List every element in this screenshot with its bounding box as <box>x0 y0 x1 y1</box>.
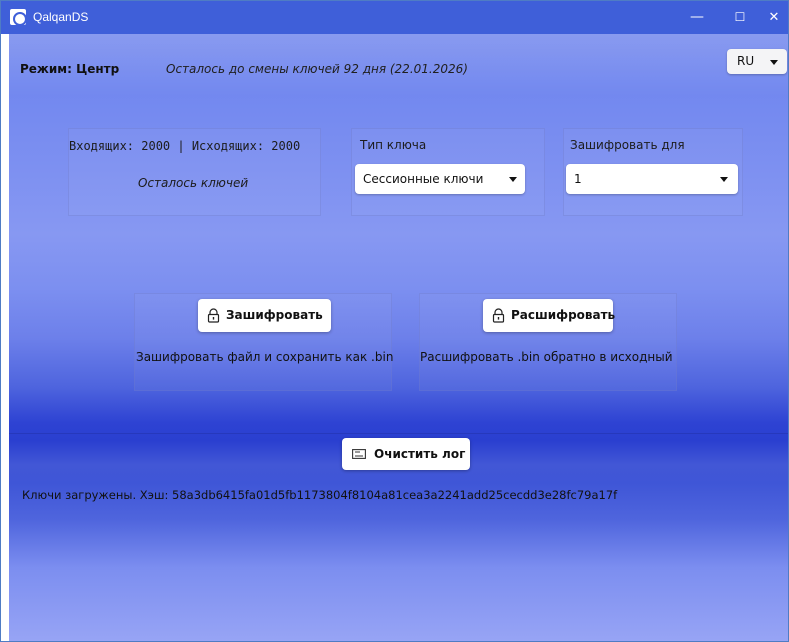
encrypt-description: Зашифровать файл и сохранить как .bin <box>136 350 394 364</box>
maximize-button[interactable]: ☐ <box>717 1 763 34</box>
keys-remaining-caption: Осталось ключей <box>138 176 249 190</box>
log-message: Ключи загружены. Хэш: 58a3db6415fa01d5fb… <box>22 488 618 502</box>
main-content: Режим: Центр Осталось до смены ключей 92… <box>9 34 788 641</box>
encrypt-button[interactable]: Зашифровать <box>198 299 331 332</box>
key-type-label: Тип ключа <box>360 138 427 152</box>
lock-icon <box>492 308 505 323</box>
encrypt-for-select[interactable]: 1 <box>566 164 738 194</box>
chevron-down-icon <box>720 177 728 182</box>
language-selected-value: RU <box>737 54 755 68</box>
key-type-select[interactable]: Сессионные ключи <box>355 164 525 194</box>
close-button[interactable]: ✕ <box>759 1 789 34</box>
encrypt-for-label: Зашифровать для <box>570 138 685 152</box>
key-type-selected-value: Сессионные ключи <box>363 172 484 186</box>
decrypt-button[interactable]: Расшифровать <box>483 299 616 332</box>
log-separator <box>9 433 788 434</box>
lock-icon <box>207 308 220 323</box>
encrypt-for-selected-value: 1 <box>574 172 582 186</box>
eraser-icon <box>352 449 366 459</box>
mode-label: Режим: Центр <box>20 62 120 76</box>
decrypt-button-label: Расшифровать <box>511 308 616 322</box>
key-counts: Входящих: 2000 | Исходящих: 2000 <box>69 139 301 153</box>
language-select[interactable]: RU <box>727 49 787 74</box>
chevron-down-icon <box>770 60 778 65</box>
encrypt-button-label: Зашифровать <box>226 308 323 322</box>
minimize-button[interactable]: — <box>674 1 720 34</box>
chevron-down-icon <box>509 177 517 182</box>
app-window: QalqanDS — ☐ ✕ Режим: Центр Осталось до … <box>0 0 789 642</box>
decrypt-description: Расшифровать .bin обратно в исходный <box>420 350 673 364</box>
clear-log-button-label: Очистить лог <box>374 447 466 461</box>
app-logo-icon <box>10 9 27 26</box>
title-bar[interactable]: QalqanDS — ☐ ✕ <box>1 1 788 34</box>
keys-change-notice: Осталось до смены ключей 92 дня (22.01.2… <box>166 62 468 76</box>
window-title: QalqanDS <box>33 10 89 24</box>
clear-log-button[interactable]: Очистить лог <box>342 438 470 470</box>
